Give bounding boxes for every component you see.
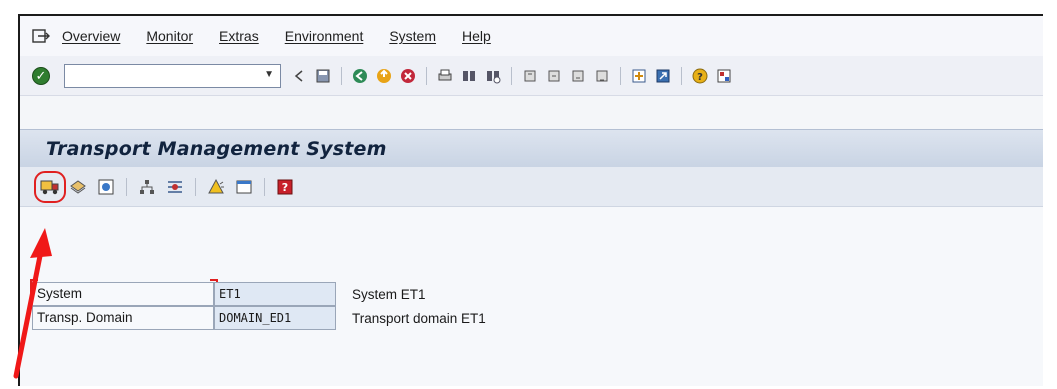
info-icon[interactable]	[233, 176, 255, 198]
menu-help[interactable]: Help	[462, 28, 491, 44]
page-title: Transport Management System	[46, 137, 387, 160]
command-field[interactable]: ▼	[64, 63, 281, 88]
toolbar-separator	[126, 177, 127, 196]
menu-extras[interactable]: Extras	[219, 28, 259, 44]
svg-text:?: ?	[697, 72, 703, 83]
find-icon[interactable]	[459, 66, 479, 86]
help-icon[interactable]: ?	[690, 66, 710, 86]
main-content: System ET1 System ET1 Transp. Domain DOM…	[20, 207, 1043, 386]
toolbar-separator	[426, 66, 427, 85]
find-next-icon[interactable]	[483, 66, 503, 86]
toolbar-separator	[620, 66, 621, 85]
transport-routes-truck-icon[interactable]	[34, 170, 66, 203]
display-object-icon[interactable]	[95, 176, 117, 198]
cancel-icon[interactable]	[398, 66, 418, 86]
create-session-icon[interactable]	[629, 66, 649, 86]
alert-monitor-icon[interactable]	[205, 176, 227, 198]
import-overview-icon[interactable]	[67, 176, 89, 198]
toolbar-separator	[341, 66, 342, 85]
sap-window: Overview Monitor Extras Environment Syst…	[18, 14, 1043, 386]
svg-text:?: ?	[282, 181, 288, 194]
system-description: System ET1	[352, 286, 426, 302]
next-page-icon[interactable]	[568, 66, 588, 86]
shortcut-icon[interactable]	[653, 66, 673, 86]
domain-label: Transp. Domain	[32, 306, 214, 330]
menu-icon[interactable]	[32, 29, 50, 43]
toolbar-separator	[264, 177, 265, 196]
toolbar-separator	[511, 66, 512, 85]
form-row-system: System ET1 System ET1	[32, 281, 426, 307]
menu-system[interactable]: System	[389, 28, 436, 44]
system-overview-icon[interactable]	[136, 176, 158, 198]
exit-icon[interactable]	[374, 66, 394, 86]
back-icon[interactable]	[350, 66, 370, 86]
menu-overview[interactable]: Overview	[62, 28, 120, 44]
toolbar-separator	[195, 177, 196, 196]
enter-check-icon[interactable]: ✓	[32, 66, 50, 85]
form-row-domain: Transp. Domain DOMAIN_ED1 Transport doma…	[32, 305, 486, 331]
title-bar: Transport Management System	[20, 129, 1043, 167]
system-label: System	[32, 282, 214, 306]
menu-bar: Overview Monitor Extras Environment Syst…	[20, 16, 1043, 56]
system-field[interactable]: ET1	[214, 282, 336, 306]
last-page-icon[interactable]	[592, 66, 612, 86]
menu-environment[interactable]: Environment	[285, 28, 364, 44]
transport-routes-icon[interactable]	[164, 176, 186, 198]
save-icon[interactable]	[313, 66, 333, 86]
dropdown-arrow-icon[interactable]: ▼	[264, 69, 274, 80]
first-page-icon[interactable]	[520, 66, 540, 86]
collapse-left-icon[interactable]	[289, 66, 309, 86]
standard-toolbar: ✓ ▼ ?	[20, 56, 1043, 96]
domain-description: Transport domain ET1	[352, 310, 486, 326]
domain-field[interactable]: DOMAIN_ED1	[214, 306, 336, 330]
application-toolbar: ?	[20, 167, 1043, 207]
print-icon[interactable]	[435, 66, 455, 86]
previous-page-icon[interactable]	[544, 66, 564, 86]
toolbar-separator	[681, 66, 682, 85]
application-help-icon[interactable]: ?	[274, 176, 296, 198]
menu-monitor[interactable]: Monitor	[146, 28, 193, 44]
customize-layout-icon[interactable]	[714, 66, 734, 86]
